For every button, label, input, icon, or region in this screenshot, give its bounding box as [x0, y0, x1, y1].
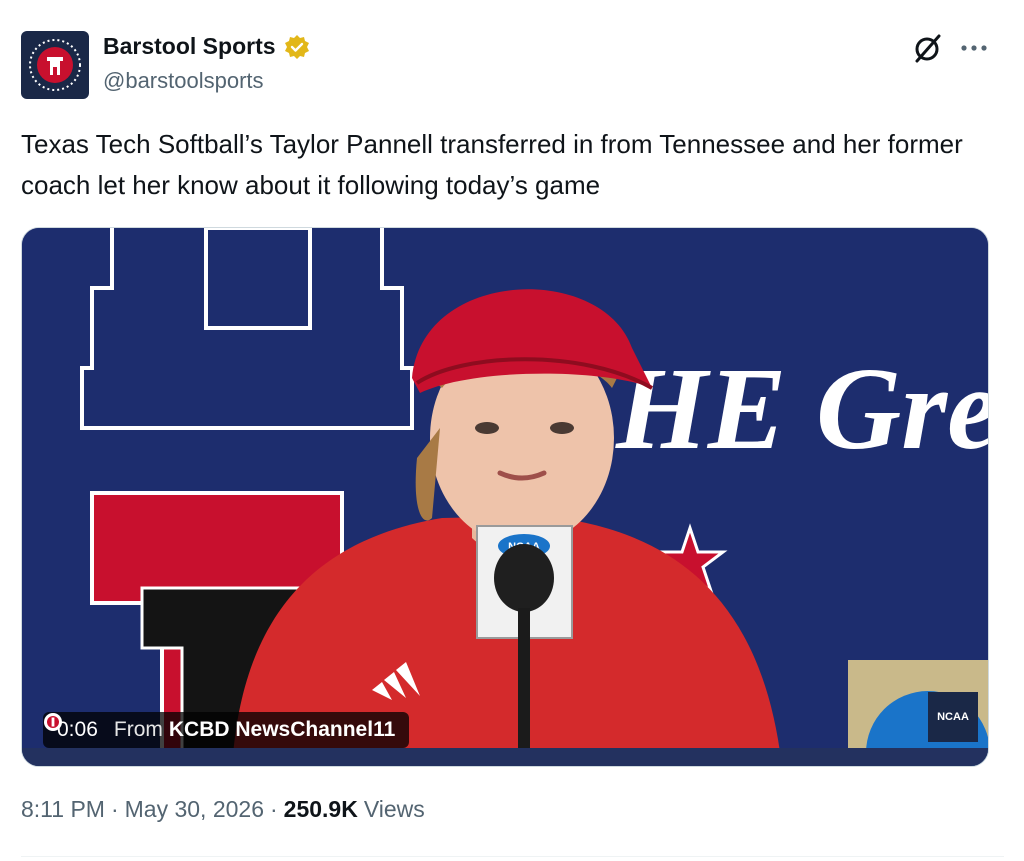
avatar[interactable] [21, 31, 89, 99]
barstool-logo-icon [29, 39, 81, 91]
tweet-metadata: 8:11 PM · May 30, 2026 · 250.9K Views [21, 796, 425, 823]
video-attribution-badge[interactable]: 0:06 From KCBD NewsChannel11 [43, 712, 410, 748]
handle[interactable]: @barstoolsports [103, 68, 264, 94]
verified-badge-icon [284, 34, 309, 59]
views-label: Views [363, 796, 425, 822]
kcbd-logo-icon [44, 713, 62, 731]
backdrop-text: HE Gre [615, 343, 989, 474]
video-timestamp: 0:06 [57, 718, 98, 741]
video-from-label: From [113, 718, 163, 741]
tweet-time[interactable]: 8:11 PM [21, 796, 105, 823]
display-name[interactable]: Barstool Sports [103, 33, 276, 60]
video-player[interactable]: HE Gre NCAA NCAA 0:06 From [21, 227, 989, 767]
meta-separator: · [270, 796, 278, 822]
grok-icon[interactable] [912, 32, 944, 64]
meta-separator: · [110, 796, 119, 822]
views-count: 250.9K [283, 796, 358, 822]
ncaa-corner-badge: NCAA [937, 711, 969, 723]
tweet-text: Texas Tech Softball’s Taylor Pannell tra… [21, 129, 963, 200]
video-frame: HE Gre NCAA NCAA [22, 228, 989, 766]
divider [21, 856, 1004, 857]
video-source-name[interactable]: KCBD NewsChannel11 [169, 718, 395, 742]
tweet-date[interactable]: May 30, 2026 [125, 796, 264, 823]
more-icon[interactable] [958, 34, 990, 62]
